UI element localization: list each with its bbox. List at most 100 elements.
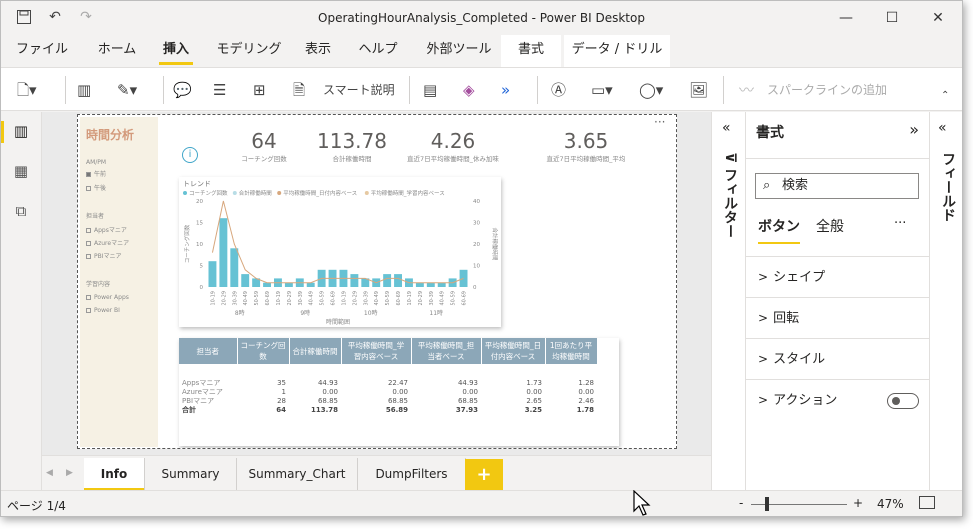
format-pane-title: 書式 <box>756 125 784 141</box>
expand-filters-icon[interactable]: « <box>722 120 731 136</box>
tab-external-tools[interactable]: 外部ツール <box>419 35 499 67</box>
section-rotation[interactable]: > 回転 <box>746 297 930 338</box>
x-group-label: 10時 <box>364 309 378 317</box>
info-icon[interactable]: i <box>182 147 198 163</box>
filters-pane-title: ⊽ フィルター <box>722 152 738 239</box>
slicer-option[interactable]: PBIマニア <box>86 251 122 260</box>
section-action[interactable]: > アクション <box>746 379 930 420</box>
close-button[interactable]: ✕ <box>915 5 961 31</box>
tab-home[interactable]: ホーム <box>91 35 143 67</box>
fit-to-page-icon[interactable] <box>919 496 935 509</box>
slicer-option[interactable]: Azureマニア <box>86 238 129 247</box>
legend-label: コーチング回数 <box>189 189 228 197</box>
page-tab-info[interactable]: Info <box>84 458 145 491</box>
x-axis-label: 時間範囲 <box>326 318 350 326</box>
table-header[interactable]: 合計稼働時間 <box>289 338 342 364</box>
x-tick-label: 50-59 <box>254 291 260 306</box>
maximize-button[interactable]: ☐ <box>869 5 915 31</box>
new-visual-icon[interactable]: ▥ <box>77 78 91 102</box>
status-bar: ページ 1/4 - + 47% <box>1 490 962 516</box>
chart-bar <box>394 274 402 287</box>
legend-marker <box>183 191 187 195</box>
tab-format[interactable]: 書式 <box>501 35 561 67</box>
slicer-option[interactable]: 午前 <box>86 169 106 178</box>
table-header[interactable]: コーチング回数 <box>237 338 290 364</box>
power-apps-icon[interactable]: ◈ <box>463 78 475 102</box>
decomposition-tree-icon[interactable]: ⊞ <box>253 78 266 102</box>
x-tick-label: 60-69 <box>462 291 468 306</box>
ribbon-toolbar: 🗋▾ ▥ ✎▾ 💬 ☰ ⊞ 🗎 スマート説明 ▤ ◈ » Ⓐ ▭▾ ◯▾ 🖼 〰… <box>1 67 962 111</box>
image-icon[interactable]: 🖼 <box>689 78 708 102</box>
slicer-option[interactable]: 午後 <box>86 183 106 192</box>
collapse-ribbon-icon[interactable]: ⌃ <box>941 84 949 108</box>
smart-narrative-button[interactable]: スマート説明 <box>323 78 395 102</box>
tab-modeling[interactable]: モデリング <box>213 35 285 67</box>
visual-more-icon[interactable]: ··· <box>654 115 665 129</box>
tab-file[interactable]: ファイル <box>11 35 73 67</box>
tab-view[interactable]: 表示 <box>295 35 341 67</box>
trend-chart-svg: トレンドコーチング回数 合計稼働時間 平均稼働時間_日付内容ベース 平均稼働時間_学習… <box>183 180 499 326</box>
x-tick-label: 10-19 <box>276 291 282 306</box>
text-box-icon[interactable]: Ⓐ <box>551 78 566 102</box>
prev-page-icon[interactable]: ◀ <box>46 468 53 478</box>
table-header[interactable]: 担当者 <box>179 338 238 364</box>
x-tick-label: 20-29 <box>287 291 293 306</box>
buttons-icon[interactable]: ▭▾ <box>591 78 613 102</box>
expand-fields-icon[interactable]: « <box>938 120 947 136</box>
report-canvas: 時間分析 AM/PM 午前 午後 担当者 Appsマニア Azureマニア PB… <box>42 112 711 455</box>
ribbon-tabs: ファイル ホーム 挿入 モデリング 表示 ヘルプ 外部ツール 書式 データ / … <box>1 35 962 67</box>
tab-general[interactable]: 全般 <box>816 216 844 236</box>
section-shape[interactable]: > シェイプ <box>746 256 930 297</box>
report-page[interactable]: 時間分析 AM/PM 午前 午後 担当者 Appsマニア Azureマニア PB… <box>77 114 677 449</box>
table-header[interactable]: 平均稼働時間_学習内容ベース <box>341 338 412 364</box>
table-row: PBIマニア 28 68.85 68.85 68.85 2.65 2.46 <box>182 397 594 405</box>
slicer-option[interactable]: Appsマニア <box>86 225 127 234</box>
x-tick-label: 40-49 <box>440 291 446 306</box>
model-view-icon[interactable]: ⧉ <box>11 202 31 222</box>
legend-label: 合計稼働時間 <box>239 189 273 197</box>
filters-pane-collapsed[interactable]: « ⊽ フィルター <box>711 112 745 490</box>
next-page-icon[interactable]: ▶ <box>66 468 73 478</box>
format-more-icon[interactable]: ··· <box>894 216 906 231</box>
x-tick-label: 60-69 <box>265 291 271 306</box>
collapse-format-icon[interactable]: » <box>909 120 919 139</box>
report-view-icon[interactable]: ▥ <box>11 122 31 142</box>
add-page-button[interactable]: + <box>465 459 503 490</box>
trend-chart[interactable]: トレンド コーチング回数 合計稼働時間 平均稼働時間_日付内容ベース 平均稼働時間_学習… <box>179 177 501 327</box>
x-tick-label: 30-39 <box>363 291 369 306</box>
tab-button[interactable]: ボタン <box>758 216 800 244</box>
format-search-input[interactable]: ⌕ 検索 <box>755 173 919 199</box>
section-style[interactable]: > スタイル <box>746 338 930 379</box>
zoom-in-button[interactable]: + <box>853 496 863 510</box>
zoom-out-button[interactable]: - <box>739 496 743 510</box>
zoom-slider-thumb[interactable] <box>765 497 769 511</box>
tab-help[interactable]: ヘルプ <box>353 35 403 67</box>
page-tab-summary-chart[interactable]: Summary_Chart <box>237 458 358 491</box>
page-tab-dumpfilters[interactable]: DumpFilters <box>358 458 466 491</box>
tab-insert[interactable]: 挿入 <box>151 35 201 67</box>
key-influencers-icon[interactable]: ☰ <box>213 78 226 102</box>
table-header[interactable]: 1回あたり平均稼働時間 <box>545 338 598 364</box>
y2-axis-label: 合計稼働時間 <box>491 227 499 261</box>
chart-title: トレンド <box>183 180 211 188</box>
action-toggle[interactable] <box>887 393 919 409</box>
qa-icon[interactable]: 💬 <box>173 78 192 102</box>
paginated-report-icon[interactable]: ▤ <box>423 78 437 102</box>
slicer-option[interactable]: Power BI <box>86 307 120 314</box>
page-tab-summary[interactable]: Summary <box>145 458 237 491</box>
slicer-option[interactable]: Power Apps <box>86 294 129 301</box>
x-tick-label: 10-19 <box>210 291 216 306</box>
power-automate-icon[interactable]: » <box>501 78 510 102</box>
more-visuals-icon[interactable]: ✎▾ <box>117 78 137 102</box>
shapes-icon[interactable]: ◯▾ <box>639 78 663 102</box>
tab-data-drill[interactable]: データ / ドリル <box>564 35 670 67</box>
minimize-button[interactable]: — <box>823 5 869 31</box>
summary-table[interactable]: 担当者 コーチング回数 合計稼働時間 平均稼働時間_学習内容ベース 平均稼働時間… <box>179 338 619 446</box>
fields-pane-collapsed[interactable]: « フィールド <box>929 112 962 490</box>
y-tick-label: 15 <box>196 221 203 227</box>
table-header[interactable]: 平均稼働時間_日付内容ベース <box>481 338 546 364</box>
table-header[interactable]: 平均稼働時間_担当者ベース <box>411 338 482 364</box>
new-page-icon[interactable]: 🗋▾ <box>17 78 37 102</box>
data-view-icon[interactable]: ▦ <box>11 162 31 182</box>
smart-narrative-icon[interactable]: 🗎 <box>293 78 305 102</box>
